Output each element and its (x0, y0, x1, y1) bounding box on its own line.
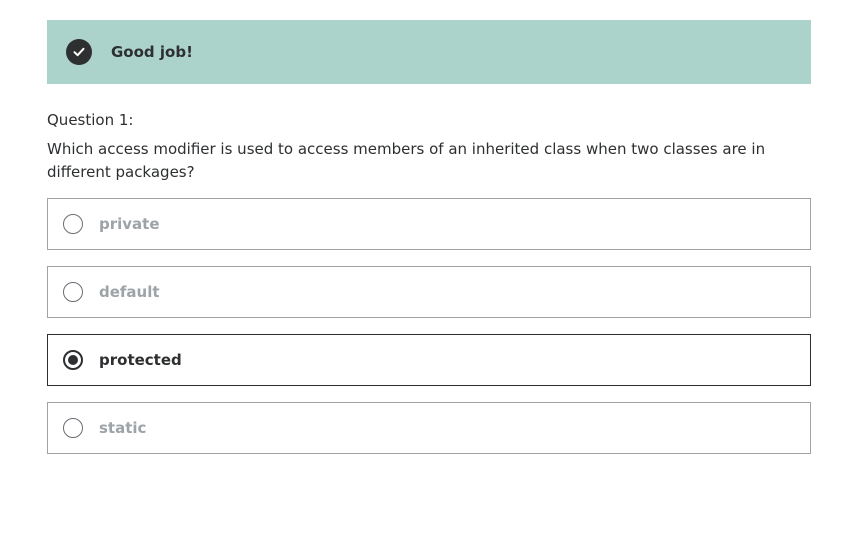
checkmark-circle-icon (66, 39, 92, 65)
radio-selected-dot (68, 355, 78, 365)
answer-label: static (99, 419, 147, 437)
answer-label: default (99, 283, 160, 301)
answer-option-protected[interactable]: protected (47, 334, 811, 386)
answer-options: private default protected static (47, 198, 811, 470)
quiz-page: Good job! Question 1: Which access modif… (0, 0, 849, 537)
radio-button-selected[interactable] (63, 350, 83, 370)
answer-option-static[interactable]: static (47, 402, 811, 454)
radio-button[interactable] (63, 214, 83, 234)
answer-option-default[interactable]: default (47, 266, 811, 318)
alert-message: Good job! (111, 43, 193, 61)
answer-label: private (99, 215, 160, 233)
radio-button[interactable] (63, 418, 83, 438)
radio-button[interactable] (63, 282, 83, 302)
answer-option-private[interactable]: private (47, 198, 811, 250)
question-prompt: Which access modifier is used to access … (47, 140, 766, 181)
success-alert: Good job! (47, 20, 811, 84)
question-number: Question 1: (47, 111, 134, 129)
answer-label: protected (99, 351, 182, 369)
